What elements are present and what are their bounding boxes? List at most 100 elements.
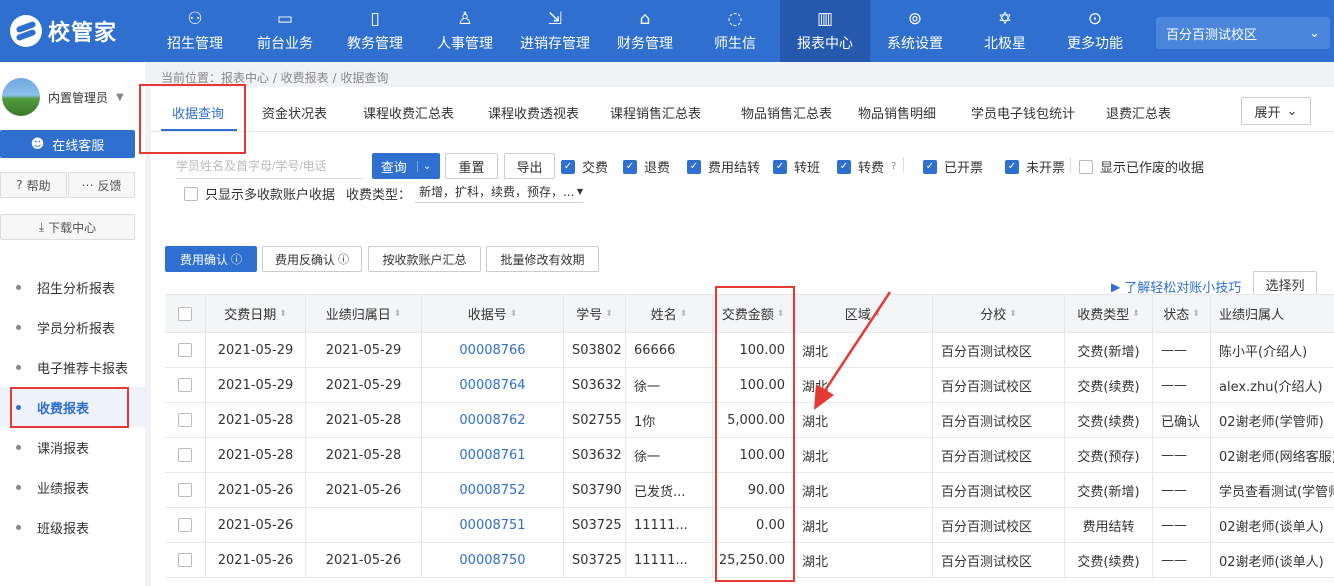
sort-icon[interactable]: ⬍ (1009, 309, 1017, 319)
row-checkbox[interactable] (178, 448, 192, 462)
table-cell: 徐一 (626, 438, 713, 472)
row-checkbox[interactable] (178, 343, 192, 357)
row-select-cell (165, 333, 206, 367)
tab-2[interactable]: 课程收费汇总表 (363, 103, 454, 122)
receipt-number-link[interactable]: 00008764 (459, 378, 525, 393)
sidebar-item-1[interactable]: 学员分析报表 (0, 307, 145, 347)
app-logo[interactable]: 校管家 (10, 14, 117, 48)
column-header[interactable]: 学号 ⬍ (564, 295, 626, 332)
nav-item-4[interactable]: ⇲ 进销存管理 (510, 0, 600, 62)
nav-item-10[interactable]: ⊙ 更多功能 (1050, 0, 1140, 62)
tab-1[interactable]: 资金状况表 (262, 103, 327, 122)
nav-item-1[interactable]: ▭ 前台业务 (240, 0, 330, 62)
filter-checkbox-1[interactable]: ✓ 退费 (623, 157, 670, 176)
sort-icon[interactable]: ⬍ (680, 309, 688, 319)
filter-checkbox-5[interactable]: ✓ 已开票 (923, 157, 983, 176)
row-select-cell (165, 438, 206, 472)
fee-unconfirm-button[interactable]: 费用反确认 ⓘ (262, 246, 362, 272)
row-checkbox[interactable] (178, 553, 192, 567)
receipt-number-link[interactable]: 00008761 (459, 448, 525, 463)
sort-icon[interactable]: ⬍ (1192, 309, 1200, 319)
cell-value: 陈小平(介绍人) (1219, 344, 1308, 360)
cell-value: 11111... (634, 552, 688, 568)
by-account-summary-button[interactable]: 按收款账户汇总 (368, 246, 481, 272)
table-cell: S03632 (564, 438, 626, 472)
filter-checkbox-2[interactable]: ✓ 费用结转 (687, 157, 760, 176)
column-header[interactable]: 姓名 ⬍ (626, 295, 713, 332)
sidebar-item-0[interactable]: 招生分析报表 (0, 267, 145, 307)
campus-selector[interactable]: 百分百测试校区 ⌄ (1156, 17, 1330, 49)
user-profile[interactable]: 内置管理员 ▼ (2, 76, 142, 118)
filter-checkbox-4[interactable]: ✓ 转费? (837, 157, 896, 176)
table-cell: alex.zhu(介绍人) (1211, 368, 1334, 402)
column-header[interactable]: 区域 ⬍ (794, 295, 933, 332)
row-checkbox[interactable] (178, 483, 192, 497)
report-icon: ▥ (816, 8, 834, 29)
tab-5[interactable]: 物品销售汇总表 (741, 103, 832, 122)
nav-item-0[interactable]: ⚇ 招生管理 (150, 0, 240, 62)
sidebar-item-6[interactable]: 班级报表 (0, 507, 145, 547)
tab-6[interactable]: 物品销售明细 (858, 103, 936, 122)
receipt-number-link[interactable]: 00008762 (459, 413, 525, 428)
expand-button[interactable]: 展开 ⌄ (1241, 97, 1311, 125)
download-center-button[interactable]: ⤓ 下载中心 (0, 214, 135, 240)
help-button[interactable]: ? 帮助 (0, 172, 67, 198)
student-search-input[interactable] (176, 153, 363, 179)
feedback-button[interactable]: ⋯ 反馈 (68, 172, 135, 198)
nav-item-3[interactable]: ♙ 人事管理 (420, 0, 510, 62)
sort-icon[interactable]: ⬍ (1132, 309, 1140, 319)
column-header[interactable]: 收据号 ⬍ (422, 295, 564, 332)
column-header[interactable]: 交费日期 ⬍ (206, 295, 306, 332)
row-checkbox[interactable] (178, 378, 192, 392)
table-cell: 湖北 (794, 438, 933, 472)
sort-icon[interactable]: ⬍ (394, 309, 402, 319)
nav-item-8[interactable]: ⊚ 系统设置 (870, 0, 960, 62)
column-header[interactable]: 状态 ⬍ (1153, 295, 1211, 332)
sort-icon[interactable]: ⬍ (874, 309, 882, 319)
nav-item-2[interactable]: ▯ 教务管理 (330, 0, 420, 62)
nav-item-5[interactable]: ⌂ 财务管理 (600, 0, 690, 62)
sort-icon[interactable]: ⬍ (279, 309, 287, 319)
fee-confirm-button[interactable]: 费用确认 ⓘ (165, 246, 257, 272)
row-select-cell (165, 473, 206, 507)
charge-type-select[interactable]: 新增，扩科，续费，预存，... ▼ (415, 181, 583, 203)
tab-3[interactable]: 课程收费透视表 (488, 103, 579, 122)
nav-item-6[interactable]: ◌ 师生信 (690, 0, 780, 62)
nav-item-7[interactable]: ▥ 报表中心 (780, 0, 870, 62)
sort-icon[interactable]: ⬍ (605, 309, 613, 319)
select-all-checkbox[interactable] (178, 306, 192, 321)
filter-checkbox-0[interactable]: ✓ 交费 (561, 157, 608, 176)
receipt-number-link[interactable]: 00008766 (459, 343, 525, 358)
online-service-button[interactable]: ☻ 在线客服 (0, 130, 135, 158)
tab-4[interactable]: 课程销售汇总表 (610, 103, 701, 122)
table-cell: S03725 (564, 543, 626, 577)
cell-value: 湖北 (802, 379, 829, 395)
query-button[interactable]: 查询 ⌄ (372, 153, 440, 179)
row-checkbox[interactable] (178, 413, 192, 427)
receipt-number-link[interactable]: 00008751 (459, 518, 525, 533)
column-header[interactable]: 收费类型 ⬍ (1065, 295, 1153, 332)
sidebar-item-label: 学员分析报表 (37, 321, 116, 337)
filter-checkbox-7[interactable]: 显示已作废的收据 (1079, 157, 1204, 176)
column-header[interactable]: 分校 ⬍ (933, 295, 1065, 332)
filter-checkbox-8[interactable]: 只显示多收款账户收据 (184, 184, 335, 203)
sidebar-item-2[interactable]: 电子推荐卡报表 (0, 347, 145, 387)
column-header[interactable]: 业绩归属日 ⬍ (306, 295, 422, 332)
receipt-number-link[interactable]: 00008752 (459, 483, 525, 498)
table-cell: 交费(新增) (1065, 473, 1153, 507)
tab-7[interactable]: 学员电子钱包统计 (971, 103, 1075, 122)
tab-8[interactable]: 退费汇总表 (1106, 103, 1171, 122)
batch-edit-validity-button[interactable]: 批量修改有效期 (486, 246, 599, 272)
filter-checkbox-6[interactable]: ✓ 未开票 (1005, 157, 1065, 176)
export-button[interactable]: 导出 (504, 153, 555, 179)
column-header[interactable]: 业绩归属人 (1211, 295, 1334, 332)
nav-item-9[interactable]: ✡ 北极星 (960, 0, 1050, 62)
sidebar-item-4[interactable]: 课消报表 (0, 427, 145, 467)
query-dropdown-icon[interactable]: ⌄ (416, 160, 431, 172)
reset-button[interactable]: 重置 (445, 153, 498, 179)
row-checkbox[interactable] (178, 518, 192, 532)
sidebar-item-5[interactable]: 业绩报表 (0, 467, 145, 507)
sort-icon[interactable]: ⬍ (510, 309, 518, 319)
receipt-number-link[interactable]: 00008750 (459, 553, 525, 568)
filter-checkbox-3[interactable]: ✓ 转班 (773, 157, 820, 176)
